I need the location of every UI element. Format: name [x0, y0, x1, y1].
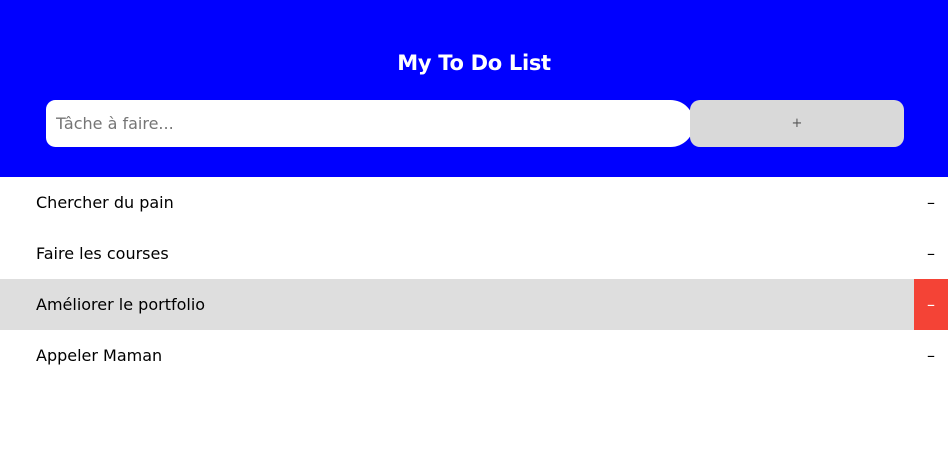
- add-task-button[interactable]: +: [690, 100, 904, 147]
- task-item[interactable]: Faire les courses –: [0, 228, 948, 279]
- app-title: My To Do List: [397, 51, 551, 75]
- task-item[interactable]: Appeler Maman –: [0, 330, 948, 381]
- remove-task-button[interactable]: –: [914, 279, 948, 330]
- remove-task-button[interactable]: –: [914, 330, 948, 381]
- header: My To Do List +: [0, 0, 948, 177]
- task-item[interactable]: Améliorer le portfolio –: [0, 279, 948, 330]
- task-list: Chercher du pain – Faire les courses – A…: [0, 177, 948, 381]
- remove-task-button[interactable]: –: [914, 177, 948, 228]
- task-item[interactable]: Chercher du pain –: [0, 177, 948, 228]
- task-label: Chercher du pain: [36, 193, 174, 212]
- task-input[interactable]: [46, 100, 694, 147]
- task-label: Améliorer le portfolio: [36, 295, 206, 314]
- remove-task-button[interactable]: –: [914, 228, 948, 279]
- task-label: Faire les courses: [36, 244, 169, 263]
- task-label: Appeler Maman: [36, 346, 163, 365]
